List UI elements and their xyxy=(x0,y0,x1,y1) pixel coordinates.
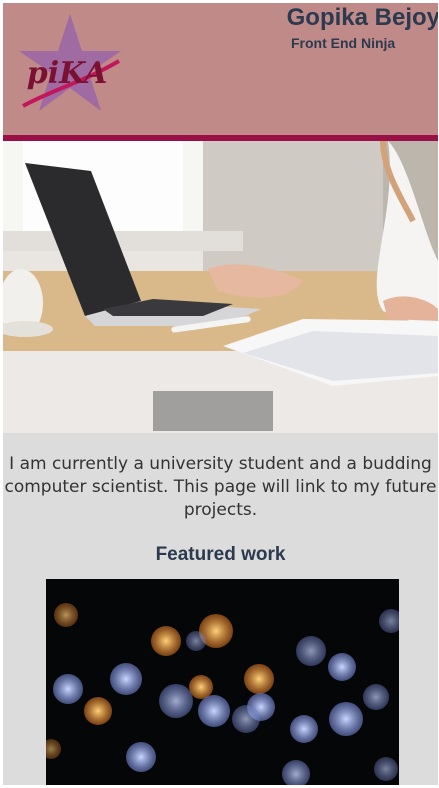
logo[interactable]: piKA xyxy=(15,11,125,121)
featured-work-image[interactable] xyxy=(46,579,399,785)
site-header: piKA Gopika Bejoy Front End Ninja xyxy=(3,3,438,135)
intro-text: I am currently a university student and … xyxy=(4,454,437,520)
page-frame: piKA Gopika Bejoy Front End Ninja I am c… xyxy=(3,3,438,785)
site-tagline: Front End Ninja xyxy=(291,35,396,51)
hero-image-laptop-desk xyxy=(3,141,438,433)
featured-work-heading: Featured work xyxy=(155,544,286,565)
site-owner-name: Gopika Bejoy xyxy=(286,4,438,31)
logo-text: piKA xyxy=(27,56,108,91)
